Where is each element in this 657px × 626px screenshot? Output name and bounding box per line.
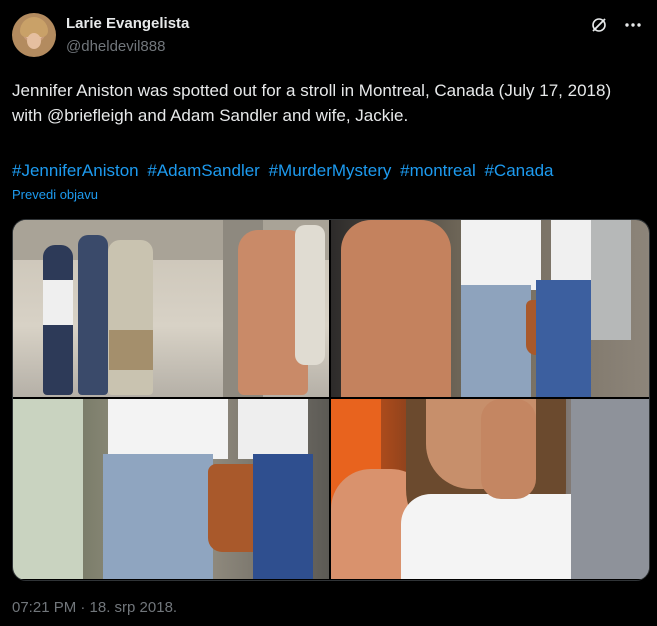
hashtag-link[interactable]: #montreal (400, 161, 476, 180)
avatar[interactable] (12, 13, 56, 57)
hashtag-link[interactable]: #Canada (484, 161, 553, 180)
translate-link[interactable]: Prevedi objavu (12, 187, 98, 202)
photo-4[interactable] (331, 399, 649, 579)
media-grid (12, 219, 650, 581)
author-name[interactable]: Larie Evangelista (66, 15, 189, 32)
grok-icon[interactable] (589, 15, 609, 35)
more-icon[interactable] (623, 15, 643, 35)
header-actions (589, 15, 643, 35)
hashtag-link[interactable]: #MurderMystery (269, 161, 392, 180)
author-handle[interactable]: @dheldevil888 (66, 38, 165, 55)
tweet-text: Jennifer Aniston was spotted out for a s… (12, 81, 612, 125)
hashtags: #JenniferAniston #AdamSandler #MurderMys… (12, 158, 652, 183)
hashtag-link[interactable]: #JenniferAniston (12, 161, 139, 180)
timestamp[interactable]: 07:21 PM · 18. srp 2018. (12, 599, 177, 616)
photo-2[interactable] (331, 220, 649, 397)
photo-1[interactable] (13, 220, 329, 397)
photo-3[interactable] (13, 399, 329, 579)
hashtag-link[interactable]: #AdamSandler (147, 161, 259, 180)
